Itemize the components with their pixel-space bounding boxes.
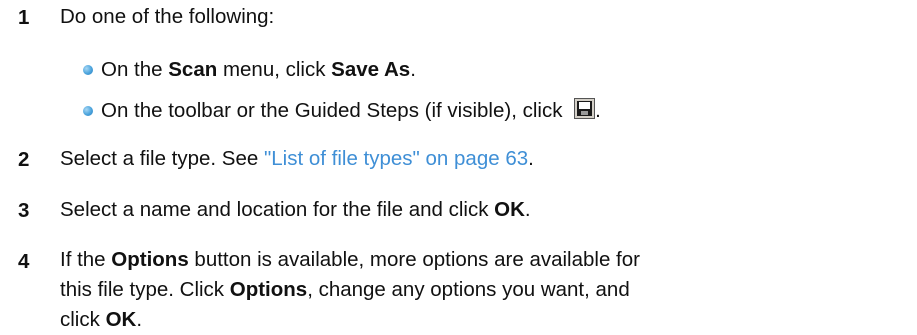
step-4-line-2: this file type. Click Options, change an… (60, 278, 630, 301)
bullet-text: On the Scan menu, click Save As. (101, 58, 416, 81)
step-text: Do one of the following: (60, 5, 275, 28)
step-number: 2 (18, 148, 30, 171)
button-name-options: Options (111, 248, 189, 271)
step-number: 3 (18, 199, 30, 222)
step-text: If the Options button is available, more… (60, 245, 897, 335)
command-ok: OK (105, 308, 137, 331)
command-ok: OK (494, 198, 525, 221)
link-list-of-file-types[interactable]: "List of file types" on page 63 (264, 147, 528, 170)
bullet-dot-icon (83, 106, 93, 116)
save-disk-icon (574, 98, 596, 119)
step-number: 4 (18, 250, 30, 273)
step-number: 1 (18, 6, 30, 29)
step-text: Select a name and location for the file … (60, 198, 531, 221)
step-4-line-3: click OK. (60, 308, 143, 331)
bullet-text: On the toolbar or the Guided Steps (if v… (101, 98, 601, 122)
bullet-dot-icon (83, 65, 93, 75)
step-text: Select a file type. See "List of file ty… (60, 147, 534, 170)
menu-name-scan: Scan (168, 58, 218, 81)
command-save-as: Save As (331, 58, 411, 81)
step-4-line-1: If the Options button is available, more… (60, 248, 640, 271)
button-name-options: Options (229, 278, 308, 301)
